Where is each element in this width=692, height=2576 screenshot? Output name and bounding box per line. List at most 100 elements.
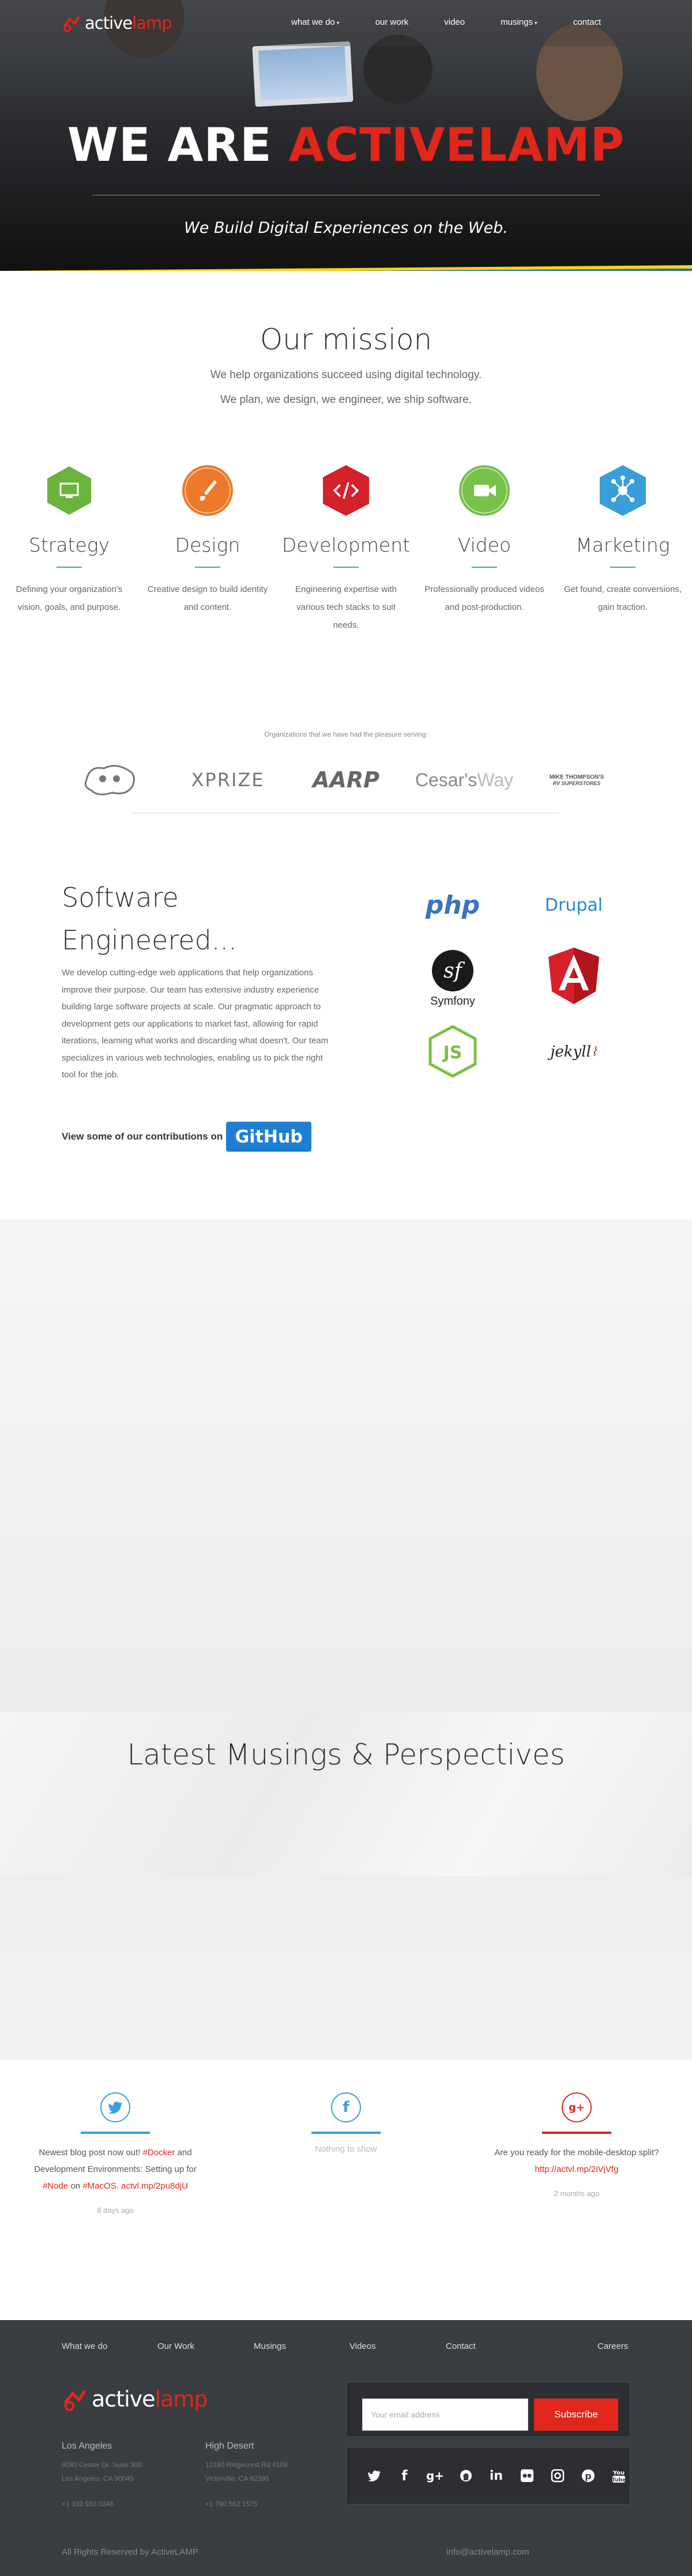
musings-background [0, 1219, 692, 2060]
youtube-icon[interactable]: You Tube [603, 2466, 634, 2485]
monitor-icon [47, 466, 91, 515]
footer-logo[interactable]: activelamp [62, 2386, 208, 2412]
twitter-icon[interactable] [359, 2466, 389, 2485]
github-button[interactable]: GitHub [226, 1122, 312, 1152]
clients-caption: Organizations that we have had the pleas… [264, 730, 428, 738]
social-google-plus: g+ Are you ready for the mobile-desktop … [484, 2092, 669, 2198]
google-plus-underline [542, 2132, 611, 2134]
activelamp-logo[interactable]: activelamp [62, 13, 172, 33]
social-twitter: Newest blog post now out! #Docker and De… [23, 2092, 208, 2215]
tech-logo-jekyll: jekyll ⌇ [548, 1038, 600, 1066]
angular-icon [548, 947, 599, 1004]
linkedin-icon[interactable]: in [481, 2466, 512, 2485]
hashtag-macos[interactable]: #MacOS [82, 2181, 116, 2191]
client-logo-cesars-way: Cesar's Way [412, 760, 516, 800]
google-plus-icon[interactable]: g+ [562, 2092, 592, 2122]
musings-title: Latest Musings & Perspectives [127, 1738, 565, 1771]
office-address-line-1: 8080 Center Dr. Suite 300 [62, 2461, 142, 2469]
email-input[interactable]: Your email address [362, 2398, 528, 2431]
github-icon[interactable] [450, 2466, 481, 2485]
flickr-icon[interactable] [512, 2466, 542, 2485]
office-phone: +1 760 562 1575 [205, 2500, 258, 2508]
service-strategy: Strategy Defining your organization's vi… [0, 464, 138, 616]
office-los-angeles: Los Angeles 8080 Center Dr. Suite 300 Lo… [62, 2439, 142, 2511]
gplus-time: 2 months ago [554, 2189, 600, 2198]
code-icon [323, 465, 369, 516]
nav-musings[interactable]: musings [501, 17, 552, 27]
nav-our-work[interactable]: our work [375, 17, 423, 27]
gplus-link[interactable]: http://actvl.mp/2iVjVfg [535, 2164, 618, 2174]
tweet-text-part: on [68, 2181, 83, 2191]
facebook-icon[interactable]: f [389, 2466, 420, 2485]
footer-lamp-logo-icon [63, 2389, 86, 2411]
service-title: Marketing [576, 534, 670, 556]
service-description: Engineering expertise with various tech … [295, 584, 397, 630]
nodejs-label: JS [442, 1043, 462, 1063]
nav-video[interactable]: video [444, 17, 479, 27]
hero-title-white: WE ARE [67, 118, 272, 172]
hero-laptop [252, 41, 353, 107]
service-underline [195, 567, 220, 568]
twitter-icon[interactable] [100, 2092, 130, 2122]
tweet-link[interactable]: actvl.mp/2pu8djU [121, 2181, 188, 2191]
footer-nav-careers[interactable]: Careers [597, 2341, 628, 2351]
office-address-line-2: Victorville, CA 92395 [205, 2475, 269, 2483]
footer-nav-our-work[interactable]: Our Work [157, 2341, 194, 2351]
facebook-glyph: f [343, 2099, 349, 2116]
google-plus-icon[interactable]: g+ [420, 2466, 450, 2485]
musings-header-band [0, 1712, 692, 1876]
footer-nav-musings[interactable]: Musings [254, 2341, 286, 2351]
service-description: Defining your organization's vision, goa… [16, 584, 123, 612]
service-underline [610, 567, 635, 568]
mission-line-1: We help organizations succeed using digi… [210, 369, 482, 381]
tech-logo-nodejs: JS [427, 1025, 479, 1078]
nav-contact[interactable]: contact [573, 17, 615, 27]
service-title: Video [457, 534, 512, 556]
rv-superstores-text: RV SUPERSTORES [552, 780, 601, 786]
footer-nav-what-we-do[interactable]: What we do [62, 2341, 107, 2351]
logo-text-active: active [85, 13, 133, 33]
service-marketing: Marketing Get found, create conversions,… [554, 464, 692, 616]
facebook-icon[interactable]: f [331, 2092, 361, 2122]
hashtag-node[interactable]: #Node [43, 2181, 68, 2191]
office-address-line-2: Los Angeles, CA 90045 [62, 2475, 134, 2483]
lamp-logo-icon [63, 16, 80, 32]
mascot-logo-icon [84, 765, 135, 795]
nodejs-icon: JS [428, 1025, 477, 1078]
hashtag-docker[interactable]: #Docker [143, 2148, 175, 2158]
symfony-label: Symfony [430, 995, 475, 1008]
service-title: Strategy [28, 534, 110, 556]
pinterest-icon[interactable]: p [573, 2466, 603, 2485]
service-underline [333, 567, 359, 568]
svg-text:You: You [612, 2470, 624, 2476]
hero-title: WE ARE ACTIVELAMP [0, 118, 692, 172]
footer-nav-contact[interactable]: Contact [446, 2341, 476, 2351]
office-phone: +1 310 933 0246 [62, 2500, 114, 2508]
facebook-empty-text: Nothing to show [315, 2144, 377, 2154]
software-title-line-1: Software [62, 882, 179, 913]
office-address-line-1: 12180 Ridgecrest Rd #106 [205, 2461, 288, 2469]
gplus-text-part: Are you ready for the mobile-desktop spl… [494, 2148, 659, 2158]
instagram-icon[interactable] [542, 2466, 573, 2485]
nav-what-we-do[interactable]: what we do [291, 17, 354, 27]
service-underline [472, 567, 497, 568]
subscribe-button[interactable]: Subscribe [534, 2398, 618, 2431]
client-logo-aarp: AARP [313, 767, 379, 793]
jekyll-label: jekyll [550, 1043, 591, 1061]
mission-line-2: We plan, we design, we engineer, we ship… [220, 394, 472, 406]
office-name: Los Angeles [62, 2441, 112, 2451]
service-description: Professionally produced videos and post-… [424, 584, 544, 612]
network-icon [600, 465, 646, 516]
top-navigation: activelamp what we do our work video mus… [0, 0, 692, 46]
svg-text:p: p [585, 2471, 591, 2481]
tech-logo-symfony: sf Symfony [421, 945, 484, 1012]
hero-color-stripe [0, 265, 692, 271]
mike-thompsons-text: MIKE THOMPSON'S [549, 774, 604, 780]
twitter-glyph [108, 2102, 122, 2114]
contact-email-link[interactable]: info@activelamp.com [446, 2547, 529, 2557]
footer-nav-videos[interactable]: Videos [349, 2341, 376, 2351]
service-design: Design Creative design to build identity… [138, 464, 277, 616]
symfony-icon: sf [432, 950, 473, 991]
github-callout-text: View some of our contributions on [62, 1131, 223, 1142]
cesars-text: Cesar's [415, 769, 477, 790]
